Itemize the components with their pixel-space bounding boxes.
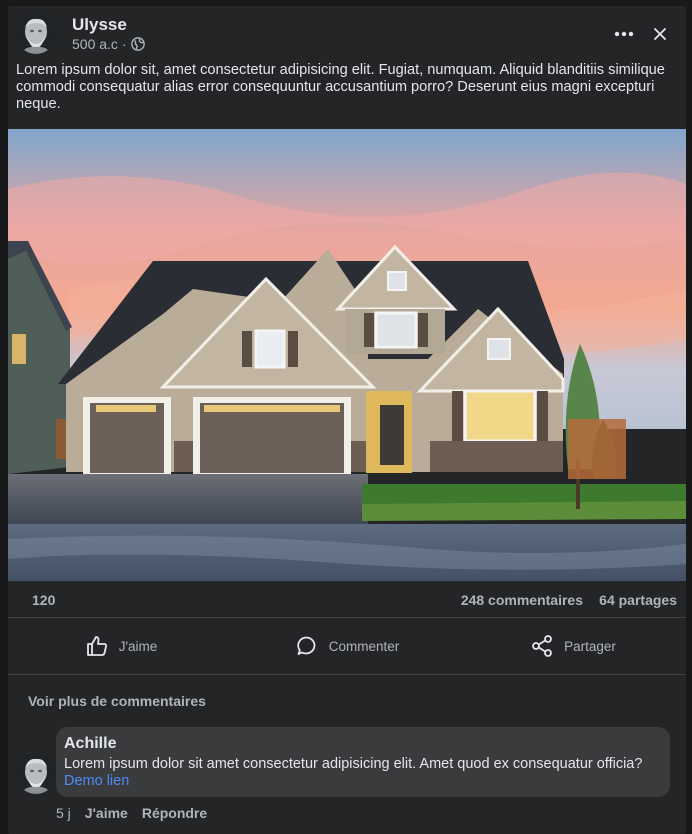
like-label: J'aime	[118, 638, 158, 654]
share-icon	[532, 635, 553, 657]
post-header: Ulysse 500 a.c ·	[8, 6, 686, 62]
post-image[interactable]	[8, 129, 686, 581]
close-button[interactable]	[646, 20, 674, 48]
globe-icon	[130, 37, 145, 51]
post-text: Lorem ipsum dolor sit, amet consectetur …	[16, 62, 665, 112]
comment-bubble-icon	[297, 636, 316, 655]
share-button[interactable]: Partager	[460, 634, 686, 658]
commenter-avatar[interactable]	[16, 754, 56, 794]
thumbs-up-icon	[86, 636, 107, 656]
comment-text: Lorem ipsum dolor sit amet consectetur a…	[64, 756, 643, 772]
comment-time[interactable]: 5 j	[56, 805, 71, 821]
comment-button[interactable]: Commenter	[234, 634, 460, 658]
author-avatar[interactable]	[16, 14, 56, 54]
more-options-button[interactable]	[610, 20, 638, 48]
post-time[interactable]: 500 a.c	[72, 36, 118, 52]
comment-link[interactable]: Demo lien	[64, 773, 662, 790]
view-more-comments-link[interactable]: Voir plus de commentaires	[28, 693, 206, 709]
author-name[interactable]: Ulysse	[72, 15, 127, 35]
share-label: Partager	[564, 638, 616, 654]
comment-author[interactable]: Achille	[64, 735, 662, 753]
like-button[interactable]: J'aime	[8, 634, 234, 658]
actions-divider	[8, 674, 686, 675]
shares-count[interactable]: 64 partages	[599, 592, 677, 608]
comment-actions: 5 j J'aime Répondre	[56, 805, 207, 821]
comment-like-button[interactable]: J'aime	[85, 805, 128, 821]
comment-bubble: Achille Lorem ipsum dolor sit amet conse…	[56, 727, 670, 797]
comments-count[interactable]: 248 commentaires	[461, 592, 583, 608]
post-stats: 120 248 commentaires 64 partages	[8, 581, 686, 617]
meta-separator: ·	[121, 36, 127, 52]
comment-label: Commenter	[328, 638, 400, 654]
post-actions: J'aime Commenter Partager	[8, 618, 686, 674]
post-card: Ulysse 500 a.c · Lorem ipsum dolor sit, …	[8, 6, 686, 834]
post-meta: 500 a.c ·	[72, 36, 145, 52]
more-icon	[614, 31, 634, 37]
close-icon	[654, 28, 666, 40]
reactions-count[interactable]: 120	[32, 592, 55, 608]
comment-reply-button[interactable]: Répondre	[142, 805, 207, 821]
